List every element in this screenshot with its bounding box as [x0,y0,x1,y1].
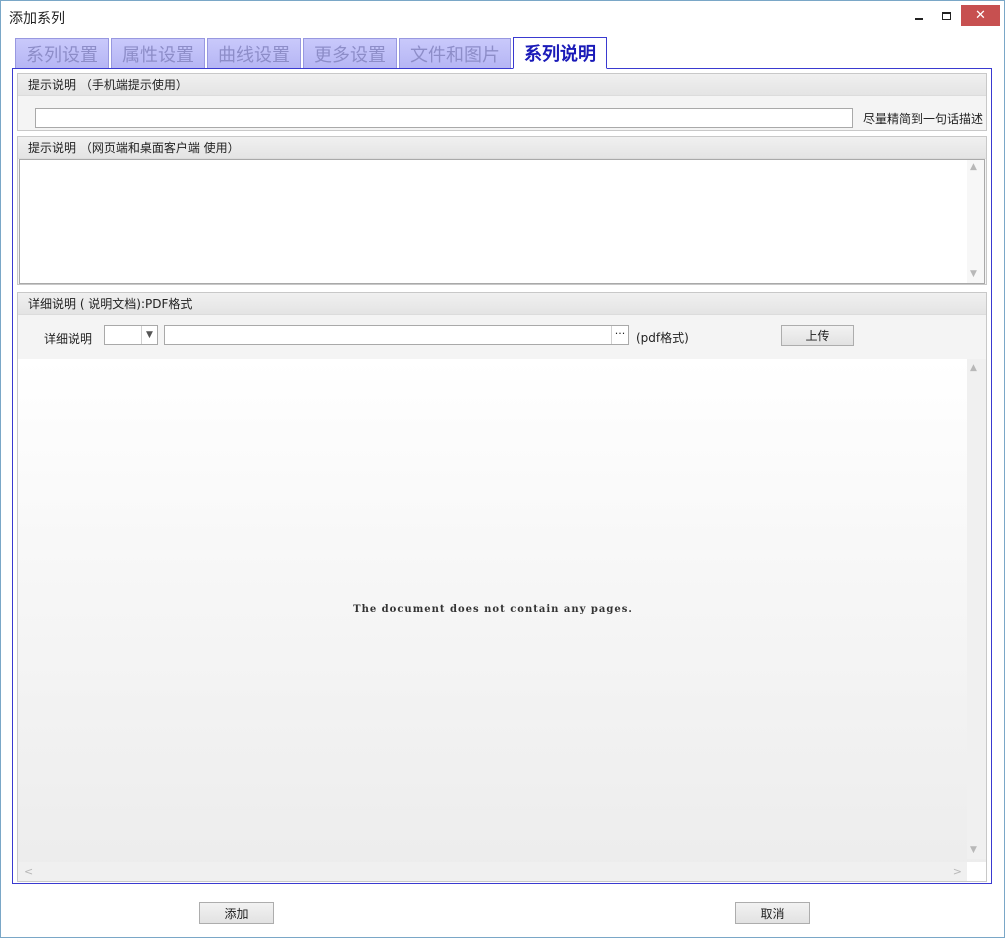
viewer-empty-message: The document does not contain any pages. [353,604,633,615]
dialog-window: 添加系列 ✕ 系列设置 属性设置 曲线设置 更多设置 文件和图片 系列说明 提示… [0,0,1005,938]
scroll-up-icon[interactable]: ▲ [970,162,977,172]
desktop-hint-group: 提示说明 （网页端和桌面客户端 使用） ▲ ▼ [17,136,987,285]
group-header: 详细说明 ( 说明文档):PDF格式 [18,293,986,315]
horizontal-scrollbar[interactable]: < > [18,862,968,881]
format-note: (pdf格式) [636,331,689,345]
tab-more-settings[interactable]: 更多设置 [303,38,397,69]
group-header: 提示说明 （网页端和桌面客户端 使用） [18,137,986,159]
tab-label: 文件和图片 [410,45,500,66]
close-icon: ✕ [975,8,986,23]
add-button[interactable]: 添加 [199,902,274,924]
minimize-button[interactable] [909,5,929,26]
browse-button[interactable]: ··· [611,326,628,344]
pdf-viewer[interactable]: The document does not contain any pages.… [18,359,986,881]
mobile-hint-input[interactable] [35,108,853,128]
minimize-icon [915,17,923,20]
cancel-button[interactable]: 取消 [735,902,810,924]
scroll-left-icon[interactable]: < [24,865,33,878]
tab-attribute-settings[interactable]: 属性设置 [111,38,205,69]
desktop-hint-textarea[interactable]: ▲ ▼ [19,159,985,284]
vertical-scrollbar[interactable]: ▲ ▼ [967,160,984,283]
scroll-down-icon[interactable]: ▼ [970,269,977,279]
scroll-down-icon[interactable]: ▼ [970,845,977,855]
upload-button[interactable]: 上传 [781,325,854,346]
detail-label: 详细说明 [44,332,93,346]
group-header: 提示说明 （手机端提示使用） [18,74,986,96]
tab-series-settings[interactable]: 系列设置 [15,38,109,69]
title-bar: 添加系列 ✕ [1,1,1004,31]
tab-content-panel: 提示说明 （手机端提示使用） 尽量精简到一句话描述 提示说明 （网页端和桌面客户… [12,68,992,884]
chevron-down-icon[interactable]: ▼ [141,326,157,344]
window-title: 添加系列 [9,11,65,27]
tab-curve-settings[interactable]: 曲线设置 [207,38,301,69]
tab-label: 系列设置 [26,45,98,66]
tab-label: 系列说明 [524,44,596,65]
detail-type-select[interactable]: ▼ [104,325,158,345]
close-button[interactable]: ✕ [961,5,1000,26]
scroll-right-icon[interactable]: > [953,865,962,878]
maximize-button[interactable] [935,5,957,26]
vertical-scrollbar[interactable]: ▲ ▼ [967,359,986,859]
tab-label: 曲线设置 [218,45,290,66]
maximize-icon [941,11,951,20]
tab-label: 更多设置 [314,45,386,66]
file-path-input[interactable]: ··· [164,325,629,345]
tab-label: 属性设置 [122,45,194,66]
scroll-up-icon[interactable]: ▲ [970,363,977,373]
mobile-hint-group: 提示说明 （手机端提示使用） 尽量精简到一句话描述 [17,73,987,131]
tab-strip: 系列设置 属性设置 曲线设置 更多设置 文件和图片 系列说明 [15,37,609,69]
detail-description-group: 详细说明 ( 说明文档):PDF格式 详细说明 ▼ ··· (pdf格式) 上传… [17,292,987,882]
mobile-hint-note: 尽量精简到一句话描述 [863,112,984,126]
tab-files-images[interactable]: 文件和图片 [399,38,511,69]
scroll-corner [967,862,986,881]
tab-series-description[interactable]: 系列说明 [513,37,607,69]
